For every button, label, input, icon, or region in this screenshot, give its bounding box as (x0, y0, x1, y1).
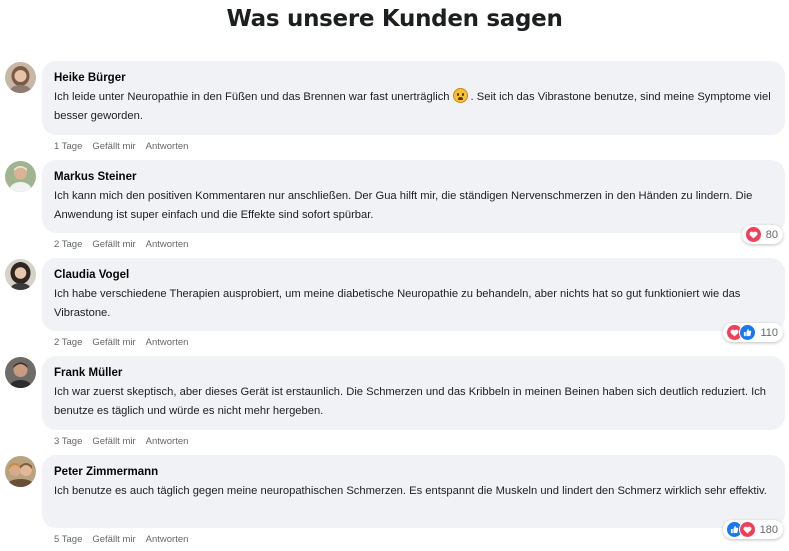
like-button[interactable]: Gefällt mir (92, 436, 135, 447)
commenter-name[interactable]: Frank Müller (54, 365, 773, 381)
comment: Frank Müller Ich war zuerst skeptisch, a… (0, 356, 789, 452)
reply-button[interactable]: Antworten (146, 141, 189, 152)
reaction-count: 180 (759, 523, 778, 536)
heart-icon (744, 226, 762, 243)
like-button[interactable]: Gefällt mir (92, 141, 135, 152)
comment-text: Ich benutze es auch täglich gegen meine … (54, 485, 767, 497)
avatar-image (5, 259, 36, 290)
weary-face-icon (452, 88, 468, 103)
comment-bubble: Peter Zimmermann Ich benutze es auch täg… (42, 455, 785, 528)
comment-bubble: Frank Müller Ich war zuerst skeptisch, a… (42, 356, 785, 430)
comment-bubble: Heike Bürger Ich leide unter Neuropathie… (42, 61, 785, 135)
comment-actions: 5 Tage Gefällt mir Antworten (54, 534, 198, 545)
reaction-count: 110 (760, 326, 778, 339)
reaction-summary[interactable]: 180 (722, 520, 783, 539)
comment-bubble: Claudia Vogel Ich habe verschiedene Ther… (42, 258, 785, 331)
comment-text: Ich leide unter Neuropathie in den Füßen… (54, 88, 773, 126)
avatar-image (5, 62, 36, 93)
comment-time[interactable]: 1 Tage (54, 141, 82, 152)
avatar[interactable] (5, 357, 36, 388)
comment-time[interactable]: 5 Tage (54, 534, 82, 545)
comment-actions: 2 Tage Gefällt mir Antworten (54, 239, 198, 250)
commenter-name[interactable]: Peter Zimmermann (54, 464, 773, 480)
reply-button[interactable]: Antworten (146, 337, 189, 348)
reply-button[interactable]: Antworten (146, 534, 189, 545)
reaction-count: 80 (765, 228, 778, 241)
avatar-image (5, 161, 36, 192)
page-title: Was unsere Kunden sagen (226, 6, 563, 32)
reaction-summary[interactable]: 80 (741, 225, 783, 244)
like-button[interactable]: Gefällt mir (92, 337, 135, 348)
like-icon (739, 324, 757, 341)
comment: Claudia Vogel Ich habe verschiedene Ther… (0, 258, 789, 354)
comment-bubble: Markus Steiner Ich kann mich den positiv… (42, 160, 785, 233)
avatar[interactable] (5, 161, 36, 192)
commenter-name[interactable]: Heike Bürger (54, 70, 773, 86)
comment-time[interactable]: 2 Tage (54, 239, 82, 250)
comment-time[interactable]: 3 Tage (54, 436, 82, 447)
comment-text: Ich war zuerst skeptisch, aber dieses Ge… (54, 386, 767, 417)
comment-actions: 3 Tage Gefällt mir Antworten (54, 436, 198, 447)
reaction-summary[interactable]: 110 (723, 323, 783, 342)
avatar[interactable] (5, 456, 36, 487)
comment-text: Ich kann mich den positiven Kommentaren … (54, 190, 753, 221)
avatar[interactable] (5, 62, 36, 93)
comment: Peter Zimmermann Ich benutze es auch täg… (0, 455, 789, 551)
reply-button[interactable]: Antworten (146, 436, 189, 447)
avatar-image (5, 456, 36, 487)
comment-actions: 2 Tage Gefällt mir Antworten (54, 337, 198, 348)
like-button[interactable]: Gefällt mir (92, 534, 135, 545)
comment-text-part: Ich leide unter Neuropathie in den Füßen… (54, 91, 450, 103)
avatar[interactable] (5, 259, 36, 290)
avatar-image (5, 357, 36, 388)
like-button[interactable]: Gefällt mir (92, 239, 135, 250)
comment: Heike Bürger Ich leide unter Neuropathie… (0, 61, 789, 157)
comment-time[interactable]: 2 Tage (54, 337, 82, 348)
heart-icon (738, 521, 756, 538)
comment: Markus Steiner Ich kann mich den positiv… (0, 160, 789, 256)
comment-actions: 1 Tage Gefällt mir Antworten (54, 141, 198, 152)
reply-button[interactable]: Antworten (146, 239, 189, 250)
commenter-name[interactable]: Claudia Vogel (54, 267, 773, 283)
comment-text: Ich habe verschiedene Therapien ausprobi… (54, 288, 741, 319)
commenter-name[interactable]: Markus Steiner (54, 169, 773, 185)
